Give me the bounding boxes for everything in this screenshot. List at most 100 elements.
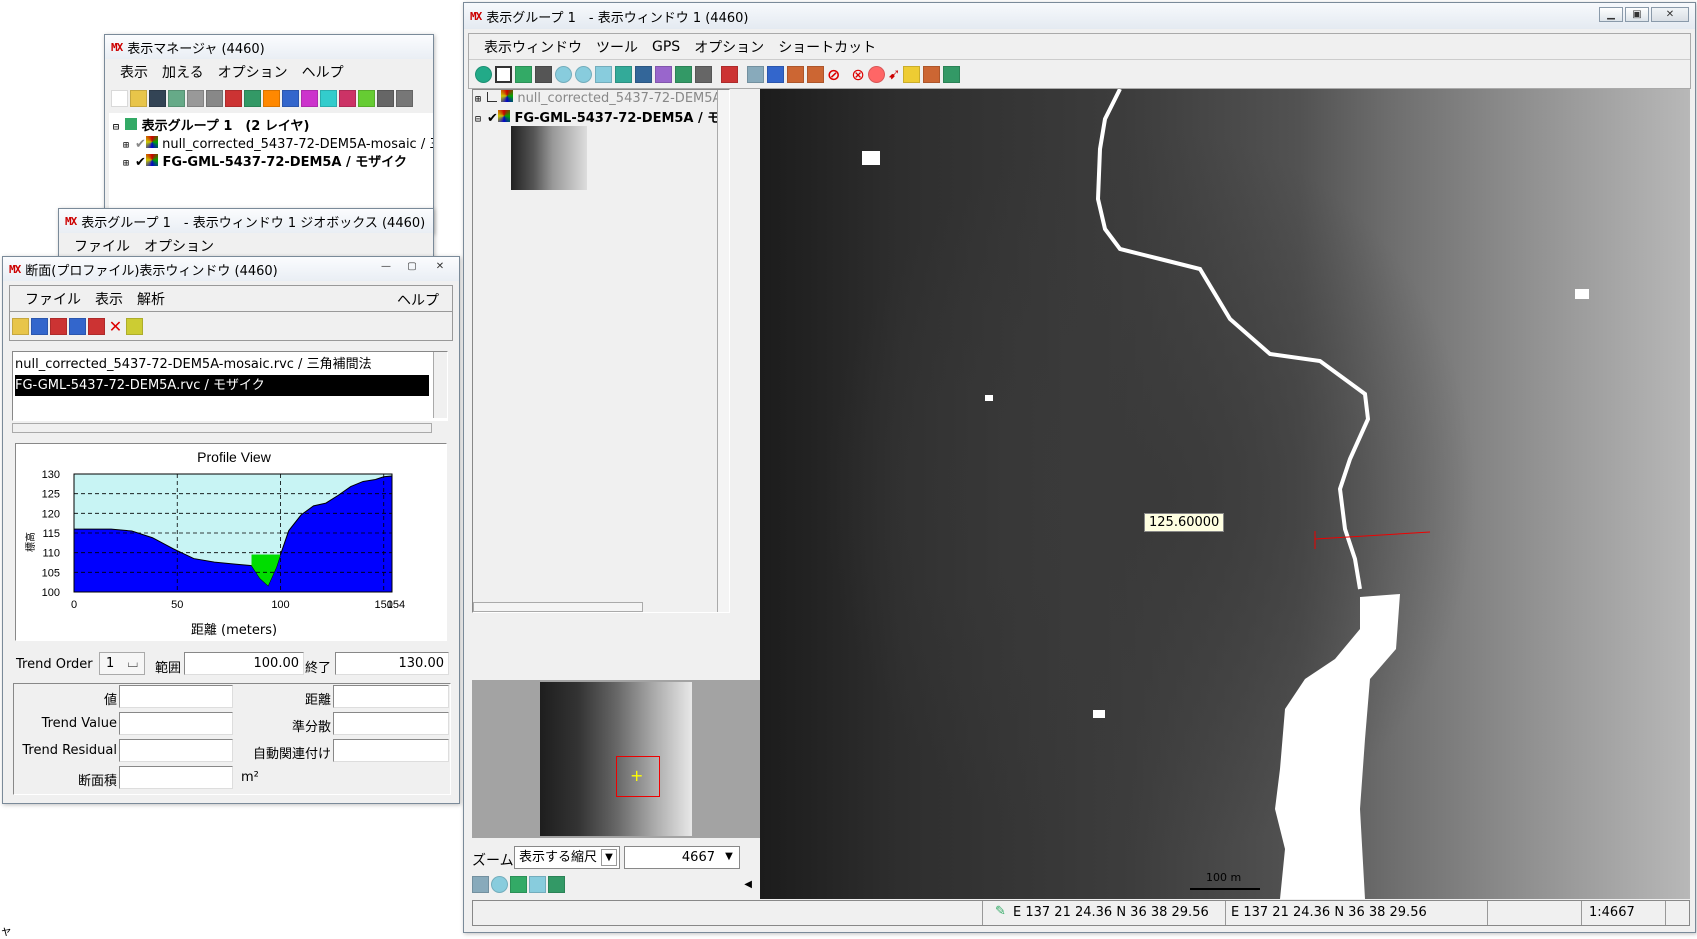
horizontal-scrollbar[interactable] [473,602,643,612]
checkbox-icon[interactable] [487,92,498,102]
forward-icon[interactable] [807,65,824,83]
title-bar[interactable]: MX 表示マネージャ (4460) [105,35,433,59]
shape-icon[interactable] [358,89,375,107]
grid-icon[interactable] [320,89,337,107]
add-icon[interactable] [721,65,738,83]
redraw-icon[interactable] [475,65,492,83]
open-icon[interactable] [130,89,147,107]
menu-view[interactable]: 表示 [88,289,130,309]
menu-analysis[interactable]: 解析 [130,289,172,309]
zoom-layer-icon[interactable] [615,65,632,83]
cancel-icon[interactable]: ⊗ [851,65,864,84]
zoom-box-icon[interactable] [595,65,612,83]
zoom-mode-select[interactable]: 表示する縮尺 ▼ [514,846,620,869]
checkmark-icon[interactable]: ✔ [487,111,498,124]
collapse-arrow-icon[interactable]: ◀ [744,879,752,890]
locator-zoom-out-icon[interactable] [529,875,546,893]
menu-file[interactable]: ファイル [67,236,137,256]
zoom-previous-icon[interactable] [635,65,652,83]
range-field[interactable]: 100.00 [184,652,304,675]
full-view-icon[interactable] [495,65,512,83]
layer-list-item-selected[interactable]: FG-GML-5437-72-DEM5A.rvc / モザイク [15,375,429,396]
pan-icon[interactable] [515,65,532,83]
raster-icon[interactable] [244,89,261,107]
minimize-icon[interactable]: — [375,260,397,275]
tree-row-group[interactable]: ⊟ 表示グループ 1 (2 レイヤ) [113,115,429,134]
settings-icon[interactable] [126,317,143,335]
magnify-icon[interactable] [867,65,885,83]
vector-icon[interactable] [263,89,280,107]
menu-shortcut[interactable]: ショートカット [771,37,883,57]
tree-row-layer-2[interactable]: ⊞ ✔ FG-GML-5437-72-DEM5A / モザイク [113,151,429,170]
menu-file[interactable]: ファイル [18,289,88,309]
open-icon[interactable] [12,317,29,335]
title-bar[interactable]: MX 表示グループ 1 - 表示ウィンドウ 1 ジオボックス (4460) [59,209,433,233]
menu-display[interactable]: 表示 [113,62,155,82]
stop-icon[interactable]: ⊘ [827,65,840,84]
save-icon[interactable] [149,89,166,107]
menu-options[interactable]: オプション [687,37,771,57]
title-bar[interactable]: MX 表示グループ 1 - 表示ウィンドウ 1 (4460) ▁ ▣ ✕ [464,3,1695,29]
locate-icon[interactable] [675,65,692,83]
checkmark-icon[interactable]: ✔ [135,137,146,152]
menu-options[interactable]: オプション [211,62,295,82]
swap-icon[interactable] [88,317,105,335]
select-arrow-icon[interactable]: ➹ [888,65,901,83]
list-icon[interactable] [396,89,413,107]
move-down-icon[interactable] [50,317,67,335]
layer-row-2[interactable]: ⊟ ✔ FG-GML-5437-72-DEM5A / モザ [473,107,729,124]
palette-icon[interactable] [923,65,941,83]
tin-icon[interactable] [339,89,356,107]
menu-display-window[interactable]: 表示ウィンドウ [477,37,589,57]
histogram-icon[interactable] [943,65,961,83]
vertical-scrollbar[interactable] [717,90,729,612]
layer-list-item[interactable]: null_corrected_5437-72-DEM5A-mosaic.rvc … [15,354,429,375]
zoom-out-icon[interactable] [575,65,592,83]
sort-icon[interactable] [69,317,86,335]
minimize-icon[interactable]: ▁ [1599,7,1623,22]
menu-options[interactable]: オプション [137,236,221,256]
add-layer-icon[interactable] [225,89,242,107]
maximize-icon[interactable]: ▣ [1625,7,1649,22]
back-icon[interactable] [787,65,804,83]
pencil-icon[interactable] [903,65,921,83]
trend-order-select[interactable]: 1 ⌴ [99,652,145,675]
terrain-icon[interactable] [206,89,223,107]
locator-zoom-icon[interactable] [491,875,508,893]
horizontal-scrollbar[interactable] [12,423,432,433]
cad-icon[interactable] [282,89,299,107]
binoculars-icon[interactable] [535,65,552,83]
maximize-icon[interactable]: ▢ [401,260,423,275]
layer-row-1[interactable]: ⊞ null_corrected_5437-72-DEM5A-m [473,90,729,107]
scale-one-icon[interactable] [747,65,764,83]
checkmark-icon[interactable]: ✔ [135,155,146,170]
camera-icon[interactable] [695,65,712,83]
scrollbar[interactable] [433,352,447,418]
zoom-in-icon[interactable] [555,65,572,83]
menu-tools[interactable]: ツール [589,37,645,57]
legend-icon[interactable] [472,875,489,893]
mosaic-icon[interactable] [301,89,318,107]
locator-map-icon[interactable] [510,875,527,893]
close-icon[interactable]: ✕ [427,260,453,275]
table-icon[interactable] [377,89,394,107]
tree-row-layer-1[interactable]: ⊞ ✔ null_corrected_5437-72-DEM5A-mosaic … [113,133,433,152]
measure-icon[interactable] [767,65,784,83]
delete-icon[interactable]: ✕ [107,317,124,336]
gps-icon[interactable] [655,65,672,83]
locator-zoom-in-icon[interactable] [548,875,565,893]
map-view[interactable]: 125.60000 100 m [760,89,1690,899]
layer-icon[interactable] [168,89,185,107]
locator-view[interactable]: + [472,680,760,838]
close-icon[interactable]: ✕ [1651,7,1689,22]
end-field[interactable]: 130.00 [335,652,449,675]
new-icon[interactable] [111,89,128,107]
menu-help[interactable]: ヘルプ [390,290,446,310]
menu-gps[interactable]: GPS [645,39,687,55]
menu-help[interactable]: ヘルプ [295,62,351,82]
zoom-value-field[interactable]: 4667 ▼ [624,846,740,869]
move-up-icon[interactable] [31,317,48,335]
title-bar[interactable]: MX 断面(プロファイル)表示ウィンドウ (4460) — ▢ ✕ [3,257,459,281]
menu-add[interactable]: 加える [155,62,211,82]
group-icon[interactable] [187,89,204,107]
